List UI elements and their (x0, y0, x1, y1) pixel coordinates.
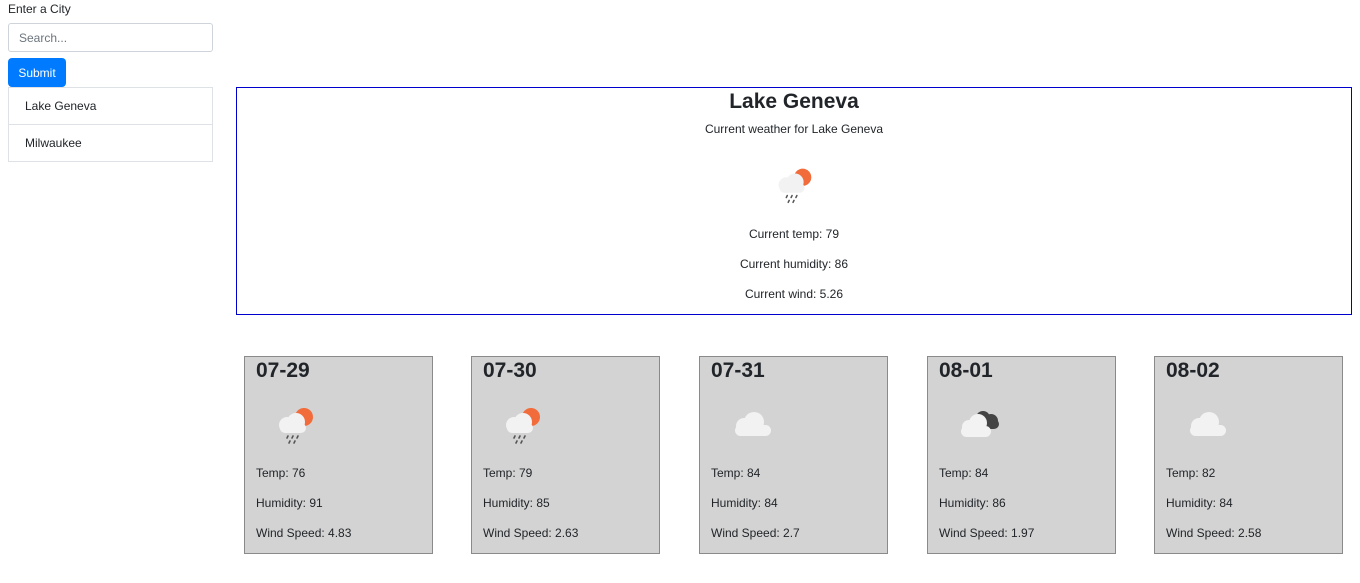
forecast-wind: Wind Speed: 4.83 (256, 526, 352, 540)
rain-sun-icon (506, 408, 540, 444)
current-weather-panel: Lake Geneva Current weather for Lake Gen… (236, 87, 1352, 315)
forecast-humidity: Humidity: 84 (711, 496, 778, 510)
forecast-card: 07-31 Temp: 84 Humidity: 84 Wind Speed: … (699, 356, 888, 554)
forecast-wind: Wind Speed: 2.63 (483, 526, 579, 540)
forecast-wind: Wind Speed: 2.7 (711, 526, 800, 540)
search-input[interactable] (8, 23, 213, 52)
forecast-card: 08-02 Temp: 82 Humidity: 84 Wind Speed: … (1154, 356, 1343, 554)
forecast-temp: Temp: 84 (939, 466, 989, 480)
submit-button[interactable]: Submit (8, 58, 66, 87)
history-item[interactable]: Milwaukee (8, 124, 213, 162)
forecast-humidity: Humidity: 84 (1166, 496, 1233, 510)
forecast-humidity: Humidity: 85 (483, 496, 550, 510)
forecast-humidity: Humidity: 86 (939, 496, 1006, 510)
forecast-card: 08-01 Temp: 84 Humidity: 86 Wind Speed: … (927, 356, 1116, 554)
current-weather-subtitle: Current weather for Lake Geneva (704, 122, 884, 136)
current-humidity: Current humidity: 86 (739, 257, 849, 271)
forecast-date: 08-02 (1166, 359, 1220, 382)
cloud-icon (735, 412, 771, 436)
search-history-list: Lake Geneva Milwaukee (8, 87, 213, 162)
history-item[interactable]: Lake Geneva (8, 87, 213, 125)
forecast-date: 07-29 (256, 359, 310, 382)
forecast-humidity: Humidity: 91 (256, 496, 323, 510)
forecast-date: 07-30 (483, 359, 537, 382)
rain-sun-icon (778, 168, 812, 204)
forecast-temp: Temp: 79 (483, 466, 533, 480)
city-title: Lake Geneva (729, 90, 859, 113)
current-temp: Current temp: 79 (748, 227, 840, 241)
forecast-temp: Temp: 82 (1166, 466, 1216, 480)
forecast-card: 07-30 Temp: 79 Humidity: 85 Wind Speed: … (471, 356, 660, 554)
forecast-card: 07-29 Temp: 76 Humidity: 91 Wind Speed: … (244, 356, 433, 554)
forecast-wind: Wind Speed: 2.58 (1166, 526, 1262, 540)
cloud-icon (1190, 412, 1226, 436)
forecast-date: 07-31 (711, 359, 765, 382)
forecast-date: 08-01 (939, 359, 993, 382)
forecast-temp: Temp: 84 (711, 466, 761, 480)
forecast-wind: Wind Speed: 1.97 (939, 526, 1035, 540)
broken-clouds-icon (961, 411, 999, 437)
current-wind: Current wind: 5.26 (744, 287, 844, 301)
rain-sun-icon (279, 408, 313, 444)
forecast-temp: Temp: 76 (256, 466, 306, 480)
search-label: Enter a City (8, 2, 71, 16)
